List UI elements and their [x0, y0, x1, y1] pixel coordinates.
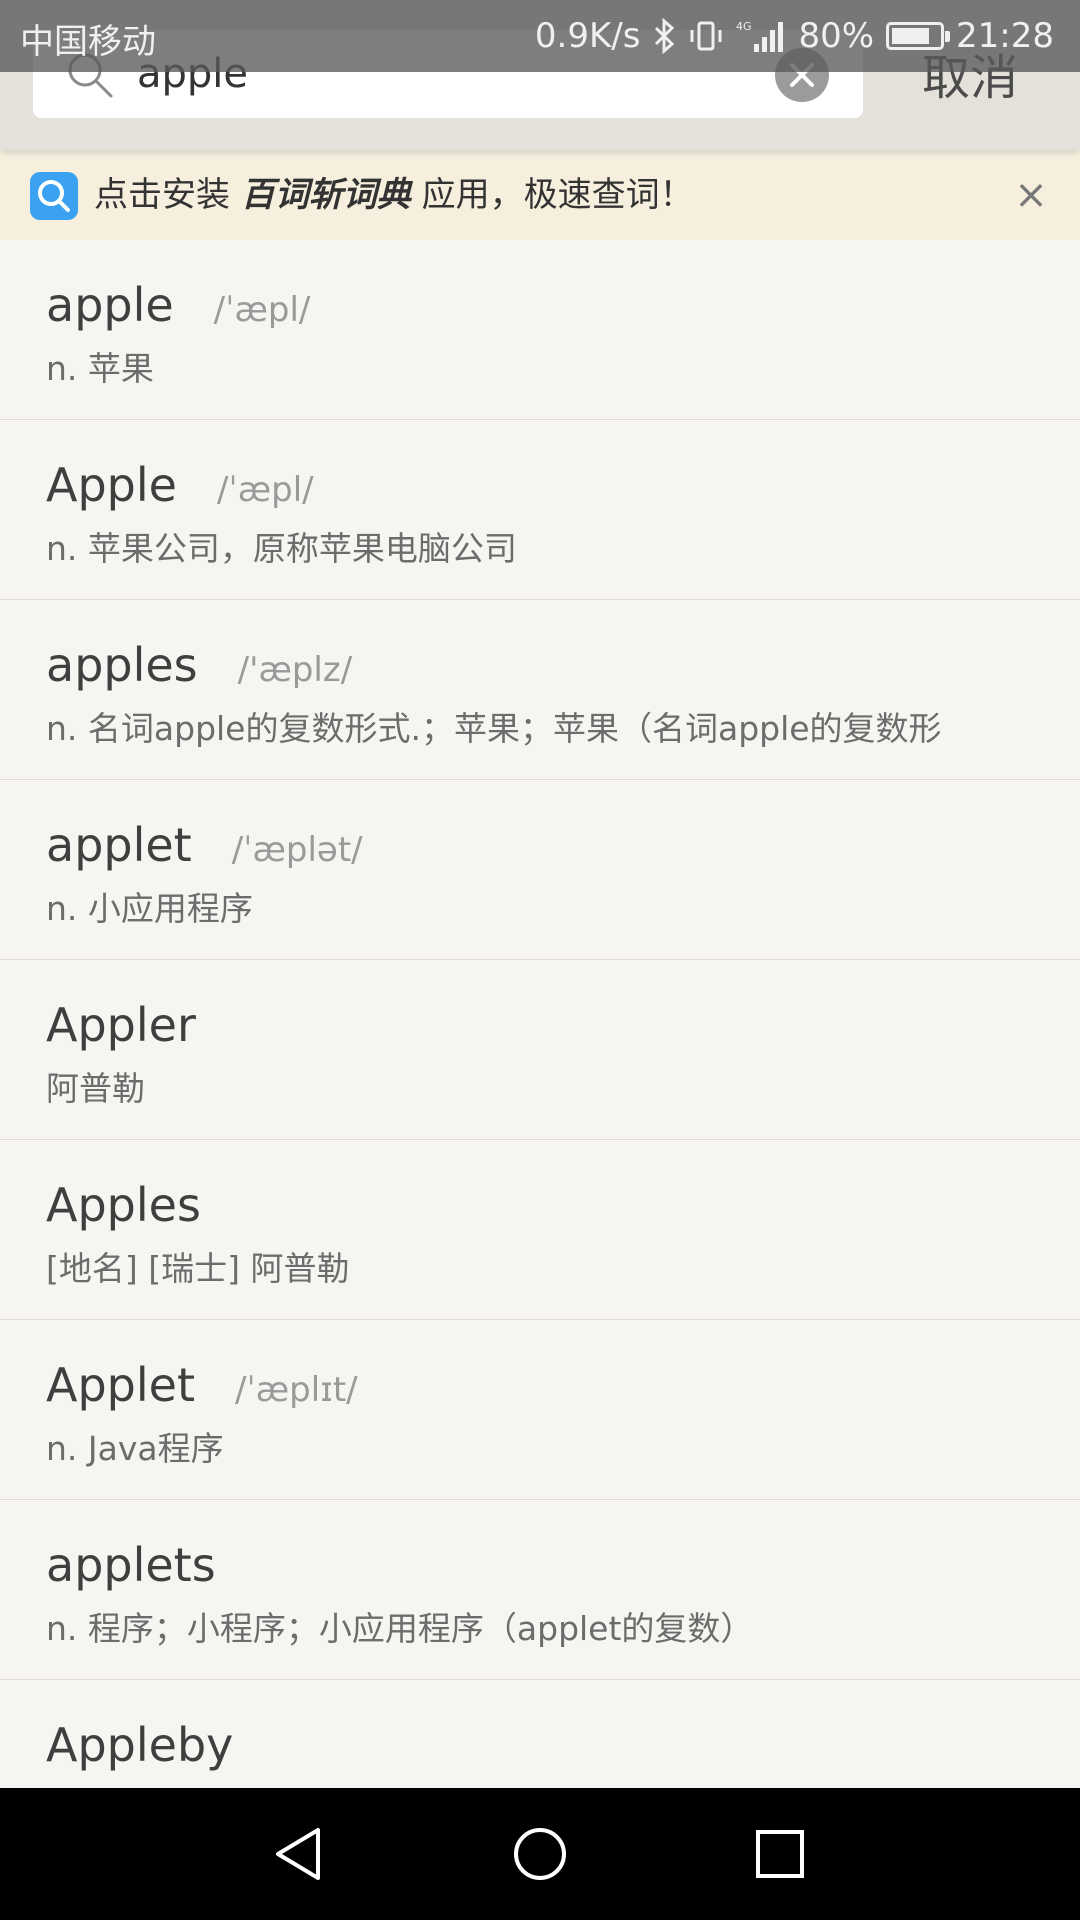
word-header: applet/ˈæplət/	[46, 818, 363, 878]
word-phonetic: /'æplz/	[237, 650, 353, 690]
word-headword: Appleby	[46, 1718, 234, 1772]
word-phonetic: /ˈæpl/	[213, 290, 311, 330]
word-header: Applet/ˈæplɪt/	[46, 1358, 358, 1418]
vibrate-icon	[690, 21, 722, 51]
banner-app-name: 百词斩词典	[240, 175, 411, 215]
banner-close-button[interactable]: ×	[1008, 172, 1054, 218]
word-header: Apple/ˈæpl/	[46, 458, 314, 518]
recent-apps-icon[interactable]	[750, 1824, 810, 1884]
word-headword: Appler	[46, 998, 196, 1052]
word-result-item[interactable]: Appler 阿普勒	[0, 960, 1080, 1140]
home-icon[interactable]	[510, 1824, 570, 1884]
word-headword: apple	[46, 278, 174, 332]
battery-fill	[892, 28, 930, 44]
banner-text: 点击安装 百词斩词典 应用，极速查词！	[94, 172, 694, 218]
word-header: apple/ˈæpl/	[46, 278, 310, 338]
word-result-item[interactable]: apple/ˈæpl/n. 苹果	[0, 240, 1080, 420]
word-result-item[interactable]: applet/ˈæplət/n. 小应用程序	[0, 780, 1080, 960]
word-result-item[interactable]: applets n. 程序；小程序；小应用程序（applet的复数）	[0, 1500, 1080, 1680]
clock: 21:28	[956, 16, 1054, 56]
navigation-bar	[0, 1788, 1080, 1920]
word-headword: Apple	[46, 458, 177, 512]
word-headword: applets	[46, 1538, 216, 1592]
word-definition: n. Java程序	[46, 1429, 224, 1468]
word-header: Apples	[46, 1178, 201, 1238]
signal-icon: 4G	[736, 20, 784, 52]
install-banner[interactable]: 点击安装 百词斩词典 应用，极速查词！ ×	[0, 150, 1080, 240]
app-logo-icon	[30, 172, 78, 220]
word-headword: applet	[46, 818, 192, 872]
status-icons: 0.9K/s 4G 80% 21:28	[535, 12, 1054, 60]
word-definition: n. 苹果	[46, 349, 154, 388]
word-headword: Applet	[46, 1358, 195, 1412]
word-result-item[interactable]: Apples [地名] [瑞士] 阿普勒	[0, 1140, 1080, 1320]
word-header: Appleby	[46, 1718, 233, 1778]
word-phonetic: /ˈæplɪt/	[234, 1370, 358, 1410]
bluetooth-icon	[655, 18, 675, 54]
network-type-label: 4G	[736, 20, 752, 33]
word-result-list: apple/ˈæpl/n. 苹果 Apple/ˈæpl/n. 苹果公司，原称苹果电…	[0, 240, 1080, 1860]
banner-text-before: 点击安装	[94, 175, 230, 215]
word-headword: apples	[46, 638, 198, 692]
word-header: apples /'æplz/	[46, 638, 352, 698]
carrier-name: 中国移动	[20, 22, 156, 62]
dictionary-search-screen: 中国移动 0.9K/s 4G 80% 21:28 apple 取消 点击安装 百…	[0, 0, 1080, 1920]
word-definition: n. 小应用程序	[46, 889, 253, 928]
word-result-item[interactable]: apples /'æplz/n. 名词apple的复数形式.；苹果；苹果（名词ap…	[0, 600, 1080, 780]
battery-icon	[886, 22, 951, 50]
battery-percent: 80%	[798, 16, 875, 56]
search-icon	[38, 180, 70, 212]
word-definition: n. 苹果公司，原称苹果电脑公司	[46, 529, 517, 568]
word-phonetic: /ˈæpl/	[216, 470, 314, 510]
word-definition: 阿普勒	[46, 1069, 145, 1108]
word-header: applets	[46, 1538, 216, 1598]
word-definition: n. 程序；小程序；小应用程序（applet的复数）	[46, 1609, 754, 1648]
banner-text-after: 应用，极速查词！	[421, 175, 694, 215]
word-result-item[interactable]: Apple/ˈæpl/n. 苹果公司，原称苹果电脑公司	[0, 420, 1080, 600]
word-definition: [地名] [瑞士] 阿普勒	[46, 1249, 350, 1288]
word-header: Appler	[46, 998, 196, 1058]
word-headword: Apples	[46, 1178, 201, 1232]
status-bar: 中国移动 0.9K/s 4G 80% 21:28	[0, 0, 1080, 72]
network-speed: 0.9K/s	[534, 16, 641, 56]
back-icon[interactable]	[270, 1824, 330, 1884]
word-phonetic: /ˈæplət/	[231, 830, 363, 870]
word-result-item[interactable]: Applet/ˈæplɪt/n. Java程序	[0, 1320, 1080, 1500]
word-definition: n. 名词apple的复数形式.；苹果；苹果（名词apple的复数形	[46, 709, 942, 748]
